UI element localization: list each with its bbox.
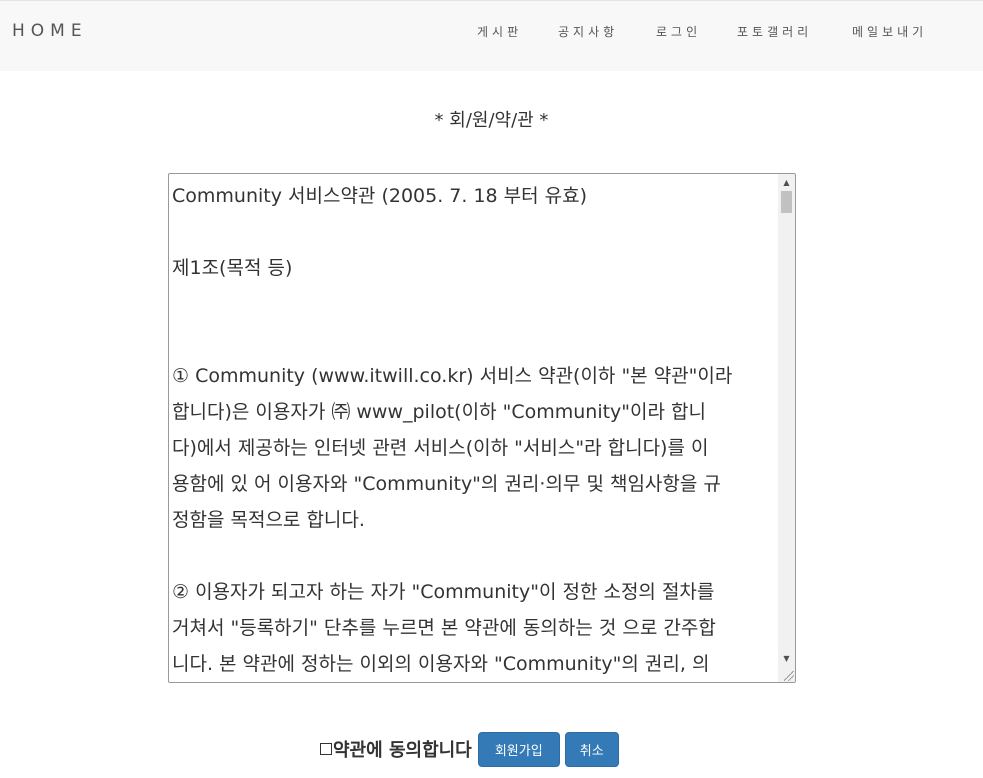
terms-scrollbar[interactable]: ▲ ▼ [778,174,795,682]
terms-line: ② 이용자가 되고자 하는 자가 "Community"이 정한 소정의 절차를 [172,581,715,603]
nav-item-notice[interactable]: 공지사항 [558,23,618,40]
terms-line: 니다. 본 약관에 정하는 이외의 이용자와 "Community"의 권리, … [172,653,710,675]
scroll-thumb[interactable] [781,191,792,213]
nav-item-login[interactable]: 로그인 [656,23,701,40]
terms-textarea[interactable]: Community 서비스약관 (2005. 7. 18 부터 유효) 제1조(… [168,173,796,683]
agree-row: 약관에 동의합니다 회원가입 취소 [320,731,624,767]
scroll-up-arrow-icon[interactable]: ▲ [778,176,795,190]
home-brand-link[interactable]: HOME [12,21,88,41]
agree-label: 약관에 동의합니다 [333,740,472,761]
agree-checkbox[interactable] [320,743,332,755]
resize-handle-icon[interactable] [784,671,794,681]
cancel-button[interactable]: 취소 [564,731,619,767]
terms-content: Community 서비스약관 (2005. 7. 18 부터 유효) 제1조(… [172,178,778,682]
terms-line: ① Community (www.itwill.co.kr) 서비스 약관(이하… [172,365,733,387]
terms-line: 거쳐서 "등록하기" 단추를 누르면 본 약관에 동의하는 것 으로 간주합 [172,617,716,639]
scroll-down-arrow-icon[interactable]: ▼ [778,652,795,666]
nav-item-board[interactable]: 게시판 [477,23,522,40]
nav-item-send-mail[interactable]: 메일보내기 [852,23,927,40]
terms-line: 정함을 목적으로 합니다. [172,509,365,531]
page-title: * 회/원/약/관 * [434,110,549,131]
terms-line: 합니다)은 이용자가 ㈜ www_pilot(이하 "Community"이라 … [172,401,706,423]
terms-line: Community 서비스약관 (2005. 7. 18 부터 유효) [172,185,588,207]
terms-line: 제1조(목적 등) [172,257,293,279]
terms-line: 다)에서 제공하는 인터넷 관련 서비스(이하 "서비스"라 합니다)를 이 [172,437,709,459]
terms-line: 용함에 있 어 이용자와 "Community"의 권리·의무 및 책임사항을 … [172,473,721,495]
nav-item-photo-gallery[interactable]: 포토갤러리 [737,23,812,40]
join-button[interactable]: 회원가입 [477,731,560,767]
top-navbar: HOME 게시판 공지사항 로그인 포토갤러리 메일보내기 [0,0,983,71]
